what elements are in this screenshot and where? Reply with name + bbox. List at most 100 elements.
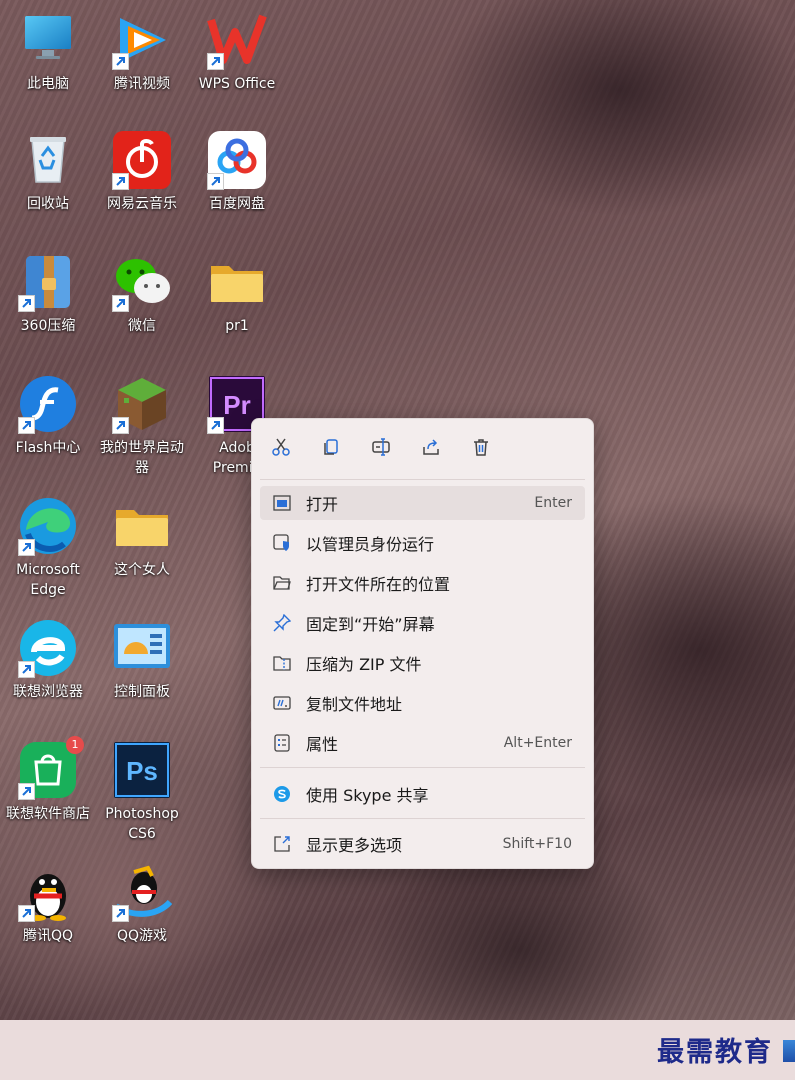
desktop-icon-360zip[interactable]: 360压缩 [0, 252, 96, 336]
desktop-icon-baidu-netdisk[interactable]: 百度网盘 [189, 130, 285, 214]
menu-item-shortcut: Shift+F10 [502, 836, 572, 852]
shortcut-arrow-icon [18, 661, 35, 678]
skype-icon [272, 784, 292, 804]
shield-icon [272, 533, 292, 553]
delete-button[interactable] [465, 433, 497, 465]
menu-item-label: 压缩为 ZIP 文件 [306, 655, 422, 674]
desktop-icon-recycle-bin[interactable]: 回收站 [0, 130, 96, 214]
desktop-icon-label: QQ游戏 [116, 928, 168, 944]
share-button[interactable] [415, 433, 447, 465]
windows-logo-icon[interactable] [783, 1040, 795, 1062]
desktop-icon-netease-music[interactable]: 网易云音乐 [94, 130, 190, 214]
shortcut-arrow-icon [112, 53, 129, 70]
cut-button[interactable] [265, 433, 297, 465]
menu-item-run-as-admin[interactable]: 以管理员身份运行 [260, 526, 585, 560]
svg-text:Pr: Pr [223, 390, 250, 420]
shortcut-arrow-icon [207, 417, 224, 434]
desktop-icon-qq-games[interactable]: QQ游戏 [94, 862, 190, 946]
desktop-icon-photoshop[interactable]: Ps Photoshop CS6 [94, 740, 190, 844]
desktop-icon-label: 回收站 [27, 196, 69, 212]
shortcut-arrow-icon [18, 295, 35, 312]
desktop-icon-lenovo-browser[interactable]: 联想浏览器 [0, 618, 96, 702]
pin-icon [272, 613, 292, 633]
baidu-netdisk-icon [207, 130, 267, 190]
desktop-icon-this-pc[interactable]: 此电脑 [0, 10, 96, 94]
menu-separator [260, 818, 585, 819]
menu-item-pin-to-start[interactable]: 固定到“开始”屏幕 [260, 606, 585, 640]
shortcut-arrow-icon [112, 417, 129, 434]
folder-icon [112, 496, 172, 556]
desktop-icon-folder-this-woman[interactable]: 这个女人 [94, 496, 190, 580]
desktop-icon-qq[interactable]: 腾讯QQ [0, 862, 96, 946]
menu-separator [260, 479, 585, 480]
desktop-icon-folder-pr1[interactable]: pr1 [189, 252, 285, 336]
qq-games-icon [112, 862, 173, 922]
copy-path-icon [272, 693, 292, 713]
desktop-icon-wps[interactable]: WPS Office [189, 10, 285, 94]
menu-item-label: 显示更多选项 [306, 836, 403, 855]
desktop-icon-label: 百度网盘 [209, 196, 265, 212]
desktop-icon-label: 此电脑 [27, 76, 69, 92]
desktop-icon-label: 联想软件商店 [6, 806, 90, 822]
menu-item-properties[interactable]: 属性 Alt+Enter [260, 726, 585, 760]
lenovo-browser-icon [18, 618, 78, 678]
open-app-icon [272, 493, 292, 513]
menu-item-show-more-options[interactable]: 显示更多选项 Shift+F10 [260, 827, 585, 861]
folder-icon [207, 252, 267, 312]
desktop-icon-minecraft-launcher[interactable]: 我的世界启动 器 [94, 374, 190, 478]
context-menu: 打开 Enter 以管理员身份运行 打开文件所在的位置 固定到“开始”屏幕 压缩… [251, 418, 594, 869]
menu-item-open-file-location[interactable]: 打开文件所在的位置 [260, 566, 585, 600]
netease-music-icon [112, 130, 172, 190]
desktop-icon-label: 这个女人 [114, 562, 170, 578]
menu-item-copy-path[interactable]: 复制文件地址 [260, 686, 585, 720]
desktop-icon-label: Microsoft Edge [16, 562, 80, 598]
watermark-text: 最需教育 [657, 1037, 773, 1068]
desktop-icon-flash[interactable]: Flash中心 [0, 374, 96, 458]
360zip-icon [18, 252, 78, 312]
desktop-icon-label: pr1 [225, 318, 249, 334]
notification-badge: 1 [66, 736, 84, 754]
tencent-video-icon [112, 10, 172, 70]
menu-item-label: 使用 Skype 共享 [306, 786, 429, 805]
rename-icon [371, 437, 391, 461]
desktop-icon-wechat[interactable]: 微信 [94, 252, 190, 336]
share-icon [421, 437, 441, 461]
photoshop-icon: Ps [112, 740, 172, 800]
copy-button[interactable] [315, 433, 347, 465]
shortcut-arrow-icon [18, 539, 35, 556]
desktop-icon-label: 联想浏览器 [13, 684, 83, 700]
monitor-icon [18, 10, 78, 70]
wechat-icon [112, 252, 172, 312]
control-panel-icon [112, 618, 172, 678]
show-more-icon [272, 834, 292, 854]
desktop-icon-control-panel[interactable]: 控制面板 [94, 618, 190, 702]
zip-folder-icon [272, 653, 292, 673]
menu-item-skype-share[interactable]: 使用 Skype 共享 [260, 777, 585, 811]
menu-item-label: 固定到“开始”屏幕 [306, 615, 435, 634]
menu-separator [260, 767, 585, 768]
desktop-icon-label: 控制面板 [114, 684, 170, 700]
shortcut-arrow-icon [207, 173, 224, 190]
menu-item-shortcut: Enter [534, 495, 572, 511]
shortcut-arrow-icon [112, 295, 129, 312]
menu-item-label: 复制文件地址 [306, 695, 403, 714]
desktop-icon-tencent-video[interactable]: 腾讯视频 [94, 10, 190, 94]
delete-icon [471, 437, 491, 461]
desktop-icon-edge[interactable]: Microsoft Edge [0, 496, 96, 600]
svg-text:Ps: Ps [126, 756, 158, 786]
taskbar: 最需教育 [0, 1020, 795, 1080]
desktop-icon-label: 网易云音乐 [107, 196, 177, 212]
menu-item-shortcut: Alt+Enter [503, 735, 572, 751]
desktop-icon-lenovo-store[interactable]: 1 联想软件商店 [0, 736, 96, 824]
shortcut-arrow-icon [18, 783, 35, 800]
menu-item-compress-zip[interactable]: 压缩为 ZIP 文件 [260, 646, 585, 680]
menu-item-label: 以管理员身份运行 [306, 535, 435, 554]
properties-icon [272, 733, 292, 753]
menu-item-open[interactable]: 打开 Enter [260, 486, 585, 520]
minecraft-block-icon [112, 374, 172, 434]
rename-button[interactable] [365, 433, 397, 465]
menu-item-label: 打开文件所在的位置 [306, 575, 451, 594]
folder-open-icon [272, 573, 292, 593]
desktop-icon-label: 我的世界启动 器 [100, 440, 184, 476]
flash-icon [18, 374, 78, 434]
